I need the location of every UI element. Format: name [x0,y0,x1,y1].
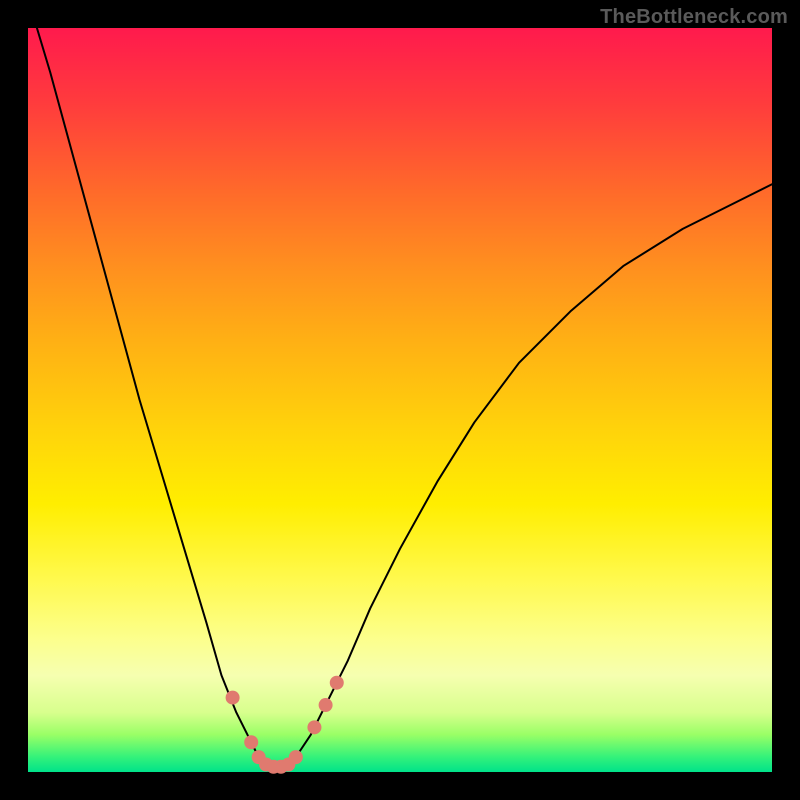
bottleneck-curve [28,0,772,768]
watermark-text: TheBottleneck.com [600,6,788,29]
plot-area [28,28,772,772]
data-marker [330,676,344,690]
data-marker [289,750,303,764]
chart-frame: TheBottleneck.com [0,0,800,800]
chart-svg [28,28,772,772]
data-marker [244,735,258,749]
data-marker [319,698,333,712]
data-marker [226,691,240,705]
data-marker [307,720,321,734]
